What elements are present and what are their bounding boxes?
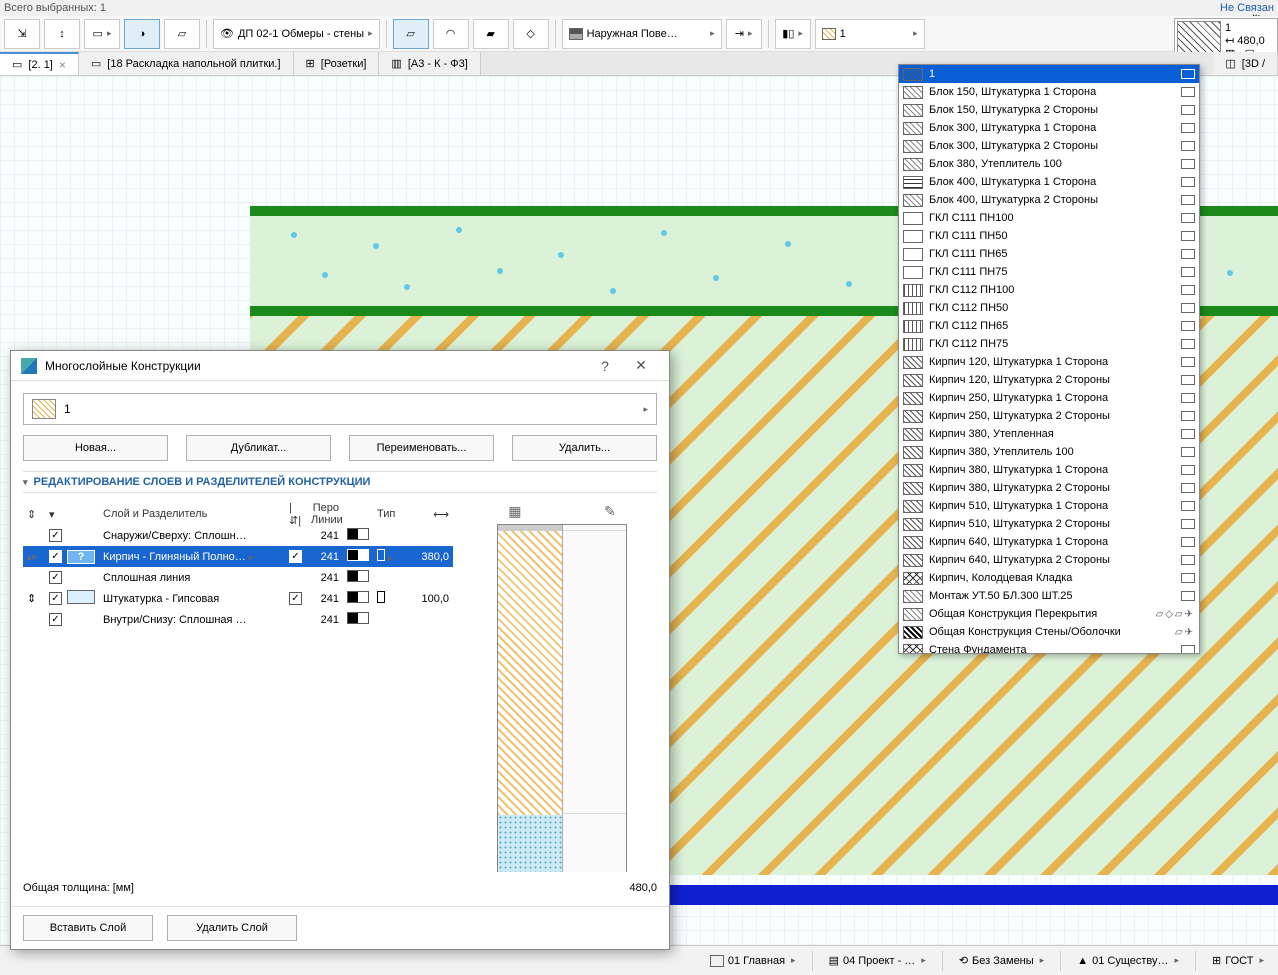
composite-swatch [32,399,56,419]
tool-marquee-icon[interactable]: ◑ [124,19,160,49]
dialog-titlebar[interactable]: Многослойные Конструкции ? ✕ [11,351,669,381]
composite-option[interactable]: Блок 300, Штукатурка 1 Сторона [899,119,1199,137]
composite-option[interactable]: ГКЛ С111 ПН100 [899,209,1199,227]
sb-standard[interactable]: ⊞ГОСТ▸ [1206,949,1270,973]
layer-row[interactable]: ✓Сплошная линия241 [23,567,453,588]
composite-dialog: Многослойные Конструкции ? ✕ 1 ▸ Новая..… [10,350,670,950]
composite-option[interactable]: Кирпич 640, Штукатурка 2 Стороны [899,551,1199,569]
view-dropdown[interactable]: 👁ДП 02-1 Обмеры - стены▸ [213,19,380,49]
composite-name-selector[interactable]: 1 ▸ [23,393,657,425]
delete-button[interactable]: Удалить... [512,435,657,461]
composite-option[interactable]: ГКЛ С112 ПН100 [899,281,1199,299]
composite-dropdown[interactable]: 1▸ [815,19,925,49]
composite-option[interactable]: Кирпич, Колодцевая Кладка [899,569,1199,587]
remove-layer-button[interactable]: Удалить Слой [167,915,297,941]
composite-option[interactable]: Монтаж УТ.50 БЛ.300 ШТ.25 [899,587,1199,605]
tab-a3[interactable]: ▥[А3 - К - Ф3] [379,52,480,75]
composite-option[interactable]: Блок 300, Штукатурка 2 Стороны [899,137,1199,155]
insert-layer-button[interactable]: Вставить Слой [23,915,153,941]
layer-row[interactable]: ✓Снаружи/Сверху: Сплошн…241 [23,525,453,546]
table-header: ⇕▾Слой и Разделитель|⇵|Перо ЛинииТип⟷ [23,503,453,525]
tab-sockets[interactable]: ⊞[Розетки] [294,52,380,75]
new-button[interactable]: Новая... [23,435,168,461]
thickness-value: 480,0 [597,882,657,894]
composite-option[interactable]: Кирпич 380, Штукатурка 1 Сторона [899,461,1199,479]
separator [386,20,387,48]
composite-option[interactable]: Кирпич 250, Штукатурка 1 Сторона [899,389,1199,407]
separator [768,20,769,48]
composite-option[interactable]: Кирпич 120, Штукатурка 1 Сторона [899,353,1199,371]
wall-section-blue [650,885,1278,905]
tab-tile-layout[interactable]: ▭[18 Раскладка напольной плитки.] [79,52,294,75]
geom-straight-icon[interactable]: ▱ [393,19,429,49]
layers-table: ⇕▾Слой и Разделитель|⇵|Перо ЛинииТип⟷ ✓С… [23,503,453,872]
composite-option[interactable]: Блок 380, Утеплитель 100 [899,155,1199,173]
ref-line-dropdown[interactable]: Наружная Пове…▸ [562,19,722,49]
geom-slab-icon[interactable]: ▰ [473,19,509,49]
composite-option[interactable]: Блок 400, Штукатурка 2 Стороны [899,191,1199,209]
duplicate-button[interactable]: Дубликат... [186,435,331,461]
paint-icon: ✎ [604,503,616,520]
geom-curve-icon[interactable]: ◠ [433,19,469,49]
sb-filter[interactable]: ▲01 Существу…▸ [1071,949,1185,973]
sb-renovation[interactable]: ⟲Без Замены▸ [953,949,1050,973]
tab-2-1[interactable]: ▭[2. 1]× [0,52,79,75]
hatch-icon: ▦ [508,503,521,520]
sb-layer-combo[interactable]: ▤04 Проект - …▸ [823,949,932,973]
composite-option[interactable]: Кирпич 120, Штукатурка 2 Стороны [899,371,1199,389]
composite-option[interactable]: Кирпич 380, Утеплитель 100 [899,443,1199,461]
dialog-title: Многослойные Конструкции [45,359,587,373]
composite-option[interactable]: ГКЛ С111 ПН50 [899,227,1199,245]
composite-preview: ▦✎ Использовать для: ▱ [467,503,657,872]
composite-option[interactable]: Кирпич 380, Штукатурка 2 Стороны [899,479,1199,497]
composite-list-popup[interactable]: 1Блок 150, Штукатурка 1 СторонаБлок 150,… [898,64,1200,654]
composite-option[interactable]: Общая Конструкция Стены/Оболочки▱✈ [899,623,1199,641]
composite-option[interactable]: ГКЛ С111 ПН75 [899,263,1199,281]
composite-option[interactable]: Стена Фундамента [899,641,1199,654]
tab-3d[interactable]: ◫[3D / [1213,52,1278,75]
composite-option[interactable]: ГКЛ С111 ПН65 [899,245,1199,263]
separator [555,20,556,48]
geom-poly-icon[interactable]: ◇ [513,19,549,49]
layer-row[interactable]: ✓Внутри/Снизу: Сплошная …241 [23,609,453,630]
tool-wall-icon[interactable]: ▱ [164,19,200,49]
composite-option[interactable]: ГКЛ С112 ПН50 [899,299,1199,317]
close-icon[interactable]: × [59,58,66,72]
composite-option[interactable]: Кирпич 640, Штукатурка 1 Сторона [899,533,1199,551]
composite-option[interactable]: Кирпич 250, Штукатурка 2 Стороны [899,407,1199,425]
composite-option[interactable]: Блок 150, Штукатурка 1 Сторона [899,83,1199,101]
layer-stack [497,524,627,872]
composite-option[interactable]: ГКЛ С112 ПН65 [899,317,1199,335]
tool-move-icon[interactable]: ⇲ [4,19,40,49]
app-icon [21,358,37,374]
composite-option[interactable]: ГКЛ С112 ПН75 [899,335,1199,353]
tool-arrow-icon[interactable]: ↕ [44,19,80,49]
layer-row[interactable]: ⇕✓Штукатурка - Гипсовая✓241100,0 [23,588,453,609]
section-header[interactable]: ▾РЕДАКТИРОВАНИЕ СЛОЕВ И РАЗДЕЛИТЕЛЕЙ КОН… [23,471,657,493]
help-button[interactable]: ? [587,352,623,380]
rename-button[interactable]: Переименовать... [349,435,494,461]
sb-scale[interactable]: 01 Главная▸ [704,949,802,973]
composite-option[interactable]: Кирпич 510, Штукатурка 2 Стороны [899,515,1199,533]
composite-option[interactable]: Кирпич 380, Утепленная [899,425,1199,443]
composite-option[interactable]: Блок 400, Штукатурка 1 Сторона [899,173,1199,191]
composite-option[interactable]: Общая Конструкция Перекрытия▱◇▱✈ [899,605,1199,623]
composite-name: 1 [64,402,71,416]
main-toolbar: ⇲ ↕ ▭▸ ◑ ▱ 👁ДП 02-1 Обмеры - стены▸ ▱ ◠ … [0,16,1278,52]
composite-option[interactable]: Блок 150, Штукатурка 2 Стороны [899,101,1199,119]
layer-row[interactable]: ▴▾✓?Кирпич - Глиняный Полно… ▸✓241 ▸380,… [23,546,453,567]
thickness-label: Общая толщина: [мм] [23,882,597,894]
layer-icon[interactable]: ▮▯▸ [775,19,811,49]
composite-option[interactable]: 1 [899,65,1199,83]
separator [206,20,207,48]
tool-select-icon[interactable]: ▭▸ [84,19,120,49]
offset-icon[interactable]: ⇥▸ [726,19,762,49]
selection-count: Всего выбранных: 1 [0,0,1278,16]
close-button[interactable]: ✕ [623,352,659,380]
composite-option[interactable]: Кирпич 510, Штукатурка 1 Сторона [899,497,1199,515]
